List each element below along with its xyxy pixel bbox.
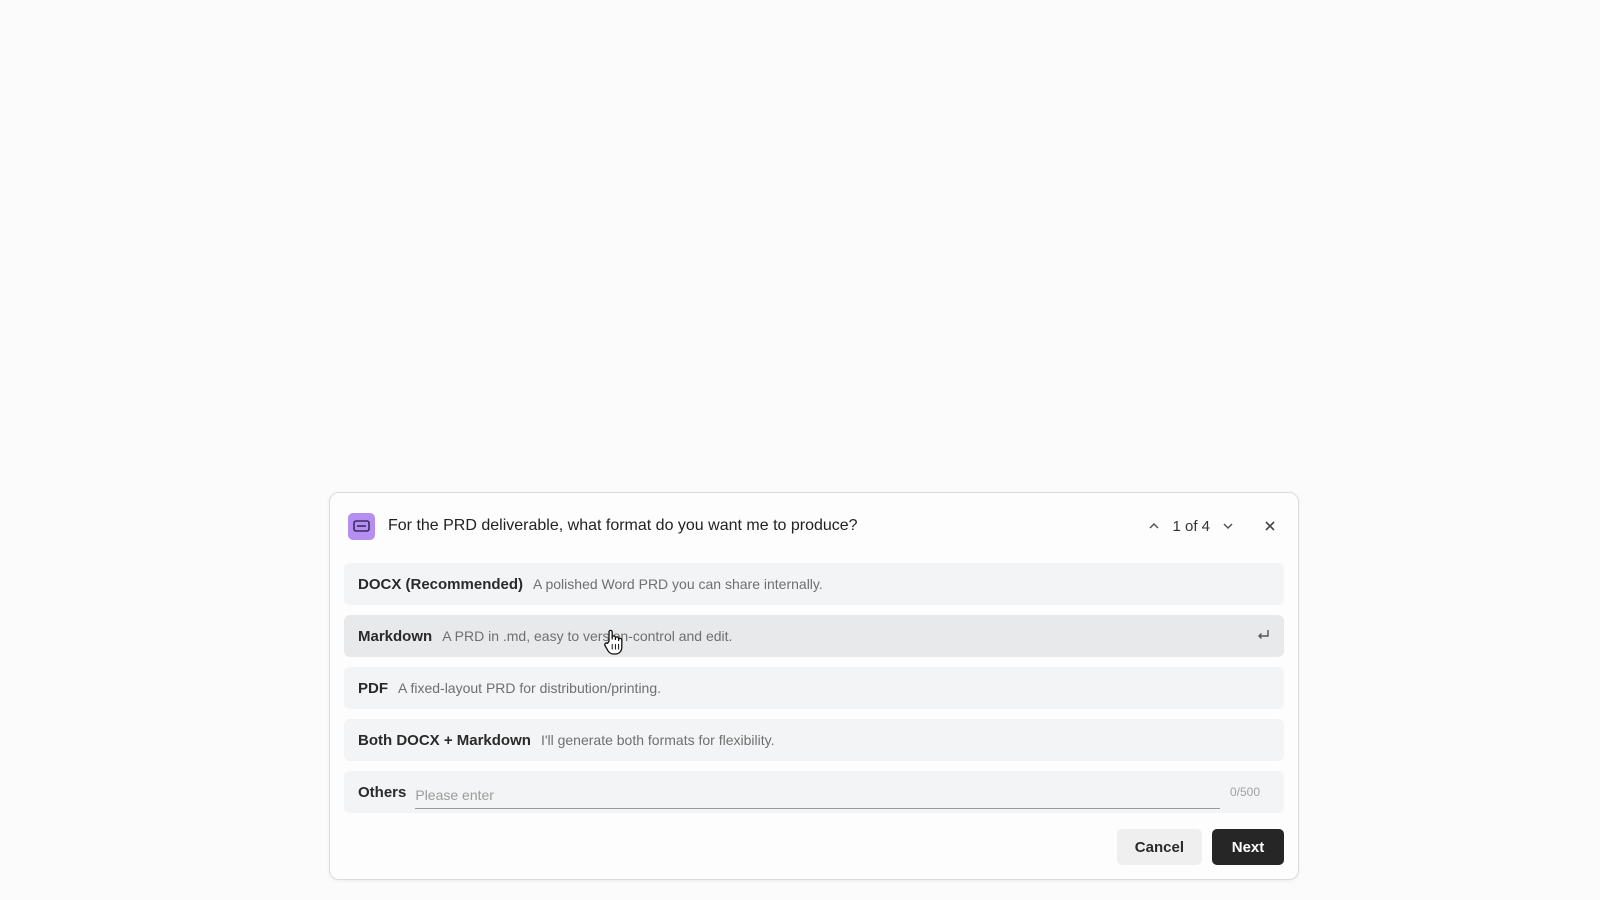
option-description: A polished Word PRD you can share intern… xyxy=(533,576,823,592)
chevron-up-icon[interactable] xyxy=(1144,516,1164,536)
option-docx[interactable]: DOCX (Recommended) A polished Word PRD y… xyxy=(344,563,1284,605)
dialog-footer: Cancel Next xyxy=(1116,829,1284,865)
option-label: Markdown xyxy=(358,627,433,645)
option-others: Others 0/500 xyxy=(344,771,1284,813)
char-counter: 0/500 xyxy=(1229,785,1260,799)
next-button[interactable]: Next xyxy=(1212,829,1284,865)
chat-bubble-icon xyxy=(348,512,375,540)
others-label: Others xyxy=(358,783,407,801)
close-icon[interactable] xyxy=(1260,516,1280,536)
question-title: For the PRD deliverable, what format do … xyxy=(388,517,858,534)
option-description: I'll generate both formats for flexibili… xyxy=(540,732,775,748)
cancel-button[interactable]: Cancel xyxy=(1116,829,1202,865)
option-description: A PRD in .md, easy to version-control an… xyxy=(442,628,733,644)
option-label: PDF xyxy=(358,679,388,697)
enter-icon xyxy=(1256,628,1270,647)
option-label: Both DOCX + Markdown xyxy=(358,731,531,749)
options-list: DOCX (Recommended) A polished Word PRD y… xyxy=(344,563,1284,823)
option-description: A fixed-layout PRD for distribution/prin… xyxy=(398,680,662,696)
pager-text: 1 of 4 xyxy=(1172,517,1210,535)
others-input[interactable] xyxy=(415,781,1220,809)
chevron-down-icon[interactable] xyxy=(1218,516,1238,536)
option-both[interactable]: Both DOCX + Markdown I'll generate both … xyxy=(344,719,1284,761)
option-markdown[interactable]: Markdown A PRD in .md, easy to version-c… xyxy=(344,615,1284,657)
question-pager: 1 of 4 xyxy=(1144,516,1238,536)
option-label: DOCX (Recommended) xyxy=(358,575,524,593)
dialog-header: For the PRD deliverable, what format do … xyxy=(348,510,1280,542)
option-pdf[interactable]: PDF A fixed-layout PRD for distribution/… xyxy=(344,667,1284,709)
question-dialog: For the PRD deliverable, what format do … xyxy=(329,492,1299,880)
